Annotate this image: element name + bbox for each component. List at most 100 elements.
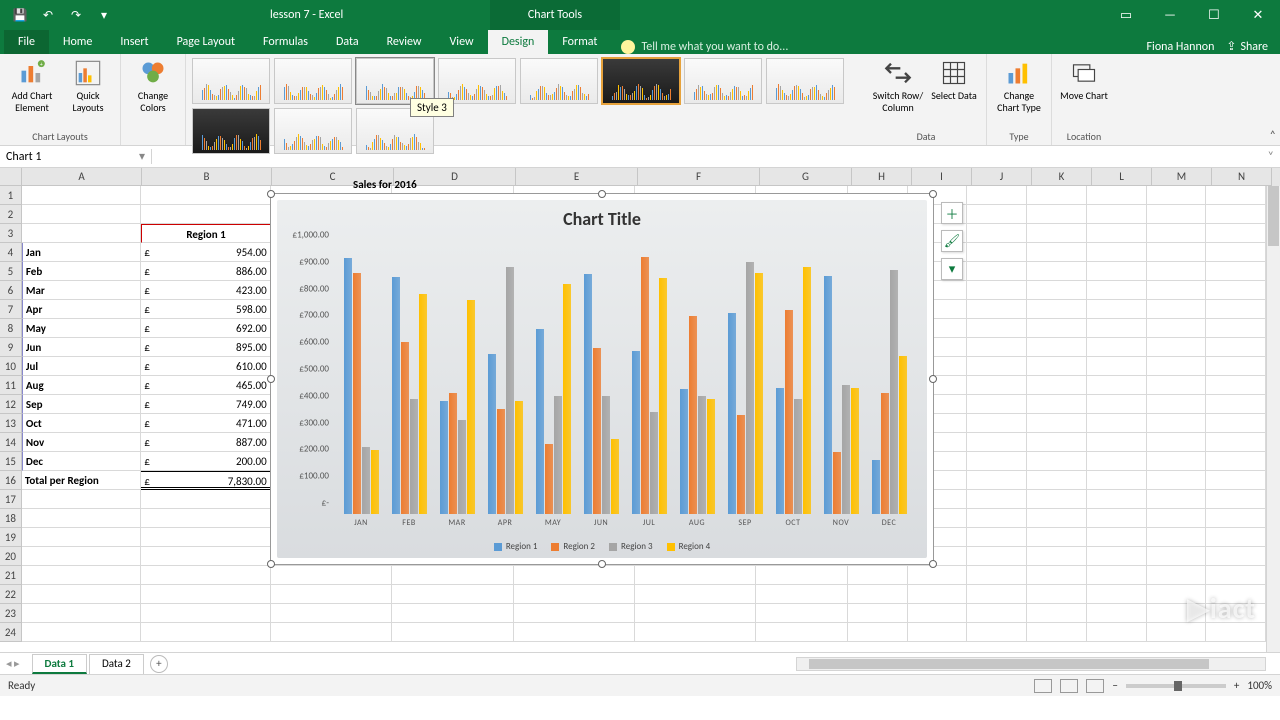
bar[interactable] xyxy=(449,393,457,514)
bar[interactable] xyxy=(803,267,811,514)
row-header[interactable]: 17 xyxy=(0,490,22,509)
cell[interactable] xyxy=(908,604,968,623)
zoom-level[interactable]: 100% xyxy=(1247,679,1272,692)
cell[interactable] xyxy=(1027,186,1087,205)
select-data-button[interactable]: Select Data xyxy=(928,58,980,102)
cell[interactable]: £471.00 xyxy=(141,414,270,433)
cell[interactable] xyxy=(967,452,1027,471)
bar[interactable] xyxy=(755,273,763,514)
resize-handle[interactable] xyxy=(598,560,606,568)
row-header[interactable]: 7 xyxy=(0,300,22,319)
bar[interactable] xyxy=(554,396,562,514)
cell[interactable] xyxy=(967,224,1027,243)
cell[interactable] xyxy=(271,623,392,642)
cell[interactable] xyxy=(1147,186,1207,205)
cell[interactable] xyxy=(967,528,1027,547)
cell[interactable] xyxy=(967,376,1027,395)
cell[interactable]: Aug xyxy=(22,376,141,395)
bar[interactable] xyxy=(707,399,715,514)
cell[interactable] xyxy=(1147,205,1207,224)
cell[interactable] xyxy=(1087,376,1147,395)
bar[interactable] xyxy=(371,450,379,514)
cell[interactable] xyxy=(756,566,848,585)
cell[interactable] xyxy=(908,623,968,642)
cell[interactable] xyxy=(1147,433,1207,452)
bar[interactable] xyxy=(890,270,898,514)
column-header[interactable]: A xyxy=(22,168,142,186)
add-sheet-button[interactable]: + xyxy=(150,655,168,673)
cell[interactable] xyxy=(967,186,1027,205)
cell[interactable]: £954.00 xyxy=(141,243,270,262)
legend-item[interactable]: Region 4 xyxy=(667,541,711,552)
cell[interactable] xyxy=(967,414,1027,433)
row-header[interactable]: 6 xyxy=(0,281,22,300)
cell[interactable] xyxy=(1147,300,1207,319)
expand-formula-bar-icon[interactable]: ˅ xyxy=(1262,150,1280,164)
cell[interactable] xyxy=(908,585,968,604)
cell[interactable] xyxy=(1027,205,1087,224)
cell[interactable] xyxy=(1206,262,1266,281)
column-header[interactable]: L xyxy=(1092,168,1152,186)
cell[interactable] xyxy=(967,509,1027,528)
bar[interactable] xyxy=(392,277,400,514)
cell[interactable]: Mar xyxy=(22,281,141,300)
cell[interactable] xyxy=(1147,224,1207,243)
row-header[interactable]: 15 xyxy=(0,452,22,471)
cell[interactable] xyxy=(967,547,1027,566)
chart-style-thumb[interactable] xyxy=(192,108,270,154)
column-header[interactable]: B xyxy=(142,168,272,186)
move-chart-button[interactable]: Move Chart xyxy=(1058,58,1110,102)
cell[interactable] xyxy=(1147,528,1207,547)
cell[interactable] xyxy=(1147,471,1207,490)
cell[interactable] xyxy=(967,338,1027,357)
bar[interactable] xyxy=(401,342,409,514)
cell[interactable] xyxy=(848,585,908,604)
column-header[interactable]: M xyxy=(1152,168,1212,186)
cell[interactable] xyxy=(22,547,141,566)
row-header[interactable]: 4 xyxy=(0,243,22,262)
chart-styles-button[interactable]: 🖌 xyxy=(941,230,963,252)
cell[interactable] xyxy=(1206,319,1266,338)
bar[interactable] xyxy=(458,420,466,514)
bar[interactable] xyxy=(689,316,697,514)
cell[interactable] xyxy=(1027,243,1087,262)
column-header[interactable]: G xyxy=(760,168,852,186)
share-button[interactable]: ⇪ Share xyxy=(1226,39,1268,54)
redo-icon[interactable]: ↷ xyxy=(64,4,88,26)
row-header[interactable]: 10 xyxy=(0,357,22,376)
tab-design[interactable]: Design xyxy=(488,30,549,54)
cell[interactable] xyxy=(1027,319,1087,338)
sheet-tab[interactable]: Data 2 xyxy=(89,654,144,674)
switch-row-column-button[interactable]: Switch Row/ Column xyxy=(872,58,924,114)
cell[interactable] xyxy=(967,243,1027,262)
resize-handle[interactable] xyxy=(598,190,606,198)
cell[interactable] xyxy=(1027,300,1087,319)
chart-style-thumb[interactable] xyxy=(192,58,270,104)
collapse-ribbon-icon[interactable]: ˄ xyxy=(1270,129,1276,143)
chart-title[interactable]: Chart Title xyxy=(277,200,927,230)
row-header[interactable]: 2 xyxy=(0,205,22,224)
bar[interactable] xyxy=(593,348,601,514)
cell[interactable] xyxy=(392,585,513,604)
cell[interactable] xyxy=(1027,623,1087,642)
worksheet-grid[interactable]: ABCDEFGHIJKLMN 123Region 14Jan£954.005Fe… xyxy=(0,168,1280,674)
cell[interactable] xyxy=(22,585,141,604)
sheet-nav[interactable]: ◂ ▸ xyxy=(0,657,26,670)
cell[interactable] xyxy=(1027,604,1087,623)
cell[interactable] xyxy=(635,604,756,623)
tab-page-layout[interactable]: Page Layout xyxy=(163,30,249,54)
cell[interactable] xyxy=(141,623,270,642)
column-header[interactable]: J xyxy=(972,168,1032,186)
tell-me-search[interactable]: Tell me what you want to do... xyxy=(621,40,788,54)
cell[interactable] xyxy=(1027,338,1087,357)
cell[interactable] xyxy=(22,623,141,642)
sheet-tab[interactable]: Data 1 xyxy=(32,654,87,674)
cell[interactable] xyxy=(1087,281,1147,300)
cell[interactable] xyxy=(1027,376,1087,395)
cell[interactable] xyxy=(1206,281,1266,300)
cell[interactable] xyxy=(1087,623,1147,642)
tab-view[interactable]: View xyxy=(436,30,488,54)
cell[interactable]: Jul xyxy=(22,357,141,376)
cell[interactable] xyxy=(141,547,270,566)
cell[interactable] xyxy=(1087,395,1147,414)
